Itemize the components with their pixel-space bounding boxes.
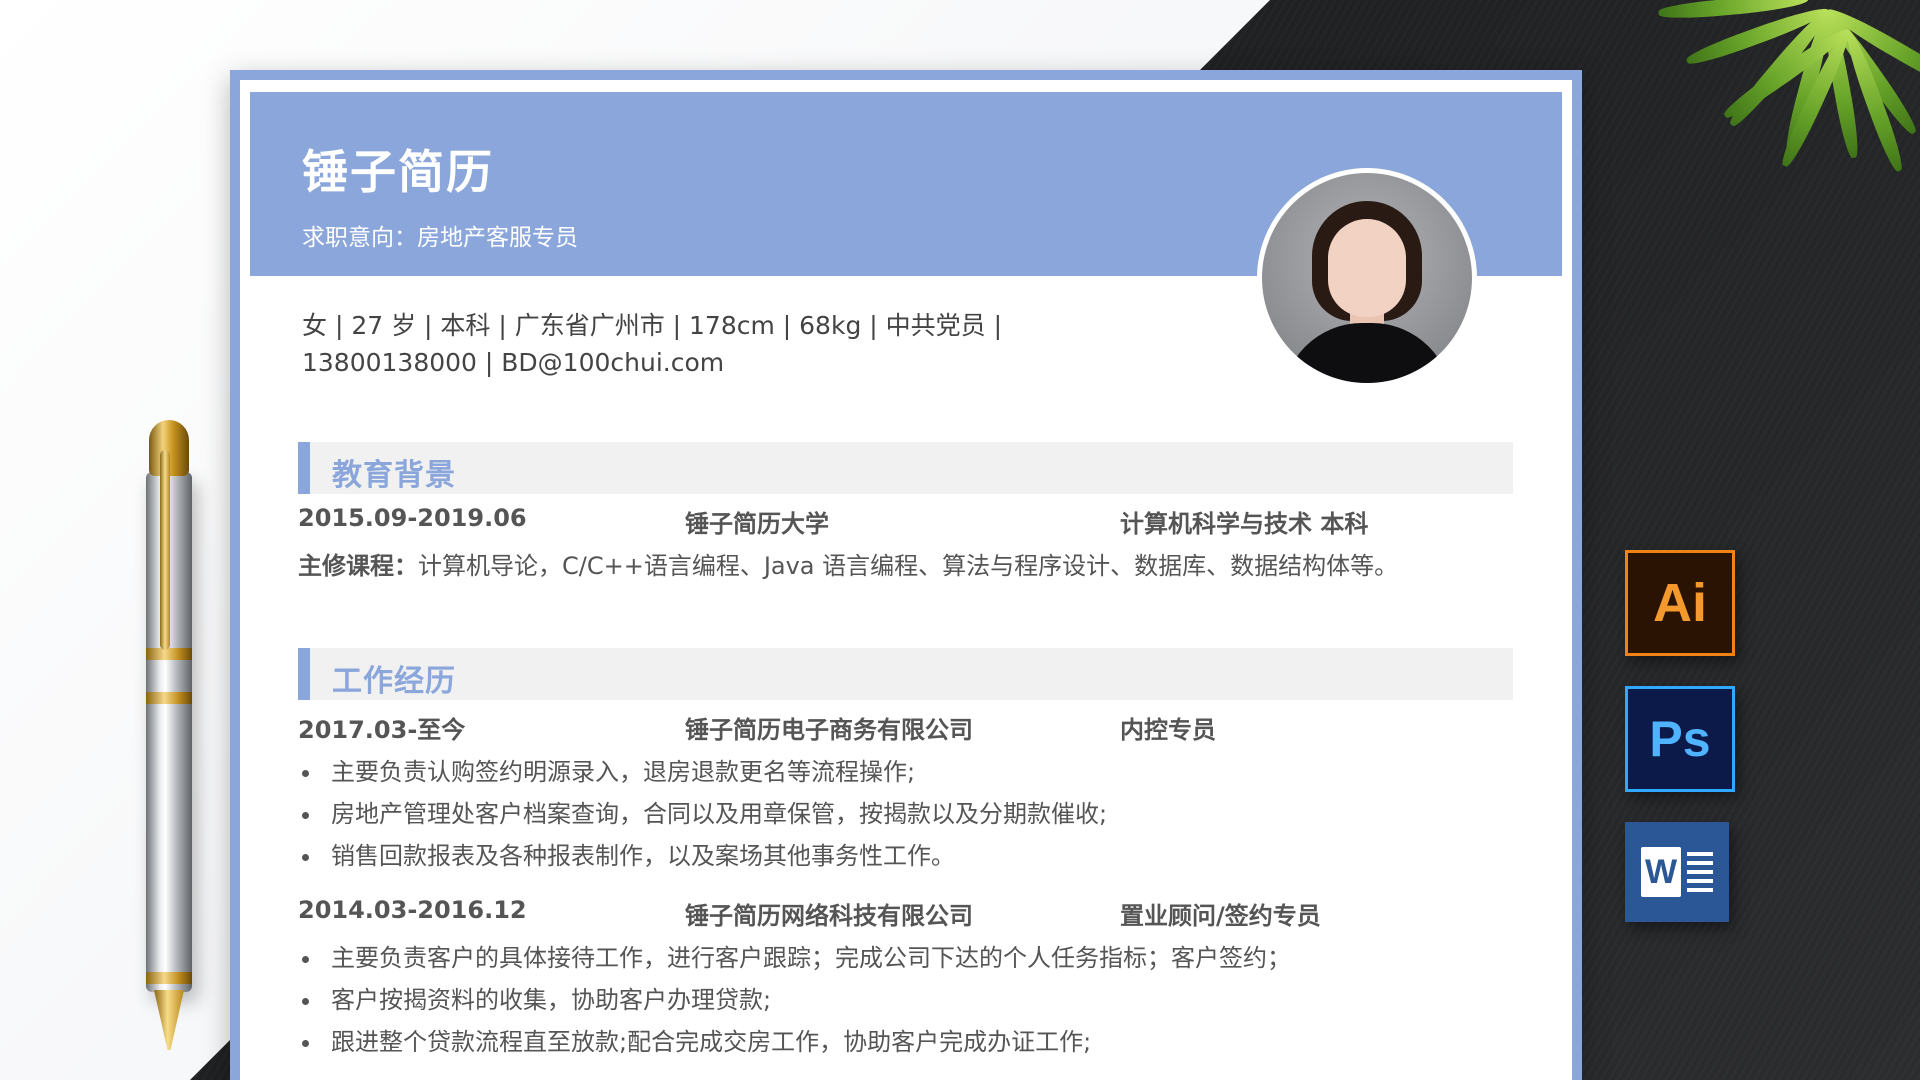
avatar-body (1282, 323, 1452, 383)
education-school: 锤子简历大学 (685, 510, 829, 538)
job-row: 2017.03-至今 锤子简历电子商务有限公司 内控专员 (298, 710, 1513, 744)
section-title: 工作经历 (332, 664, 456, 699)
pen-nib (154, 990, 184, 1050)
bullet-icon (302, 955, 309, 963)
education-row: 2015.09-2019.06 锤子简历大学 计算机科学与技术 本科 (298, 504, 1513, 538)
job-position: 置业顾问/签约专员 (1120, 902, 1321, 930)
illustrator-icon-label: Ai (1653, 573, 1707, 633)
plant-decoration (1640, 0, 1920, 390)
section-title: 教育背景 (332, 458, 456, 493)
job-duty: 主要负责认购签约明源录入，退房退款更名等流程操作; (298, 752, 915, 787)
education-major: 计算机科学与技术 本科 (1120, 510, 1369, 538)
avatar (1257, 168, 1477, 388)
job-duty-text: 房地产管理处客户档案查询，合同以及用章保管，按揭款以及分期款催收; (331, 800, 1108, 828)
job-duty: 客户按揭资料的收集，协助客户办理贷款; (298, 980, 771, 1015)
resume-paper: 锤子简历 求职意向：房地产客服专员 女 | 27 岁 | 本科 | 广东省广州市… (230, 70, 1582, 1080)
contact-info: 13800138000 | BD@100chui.com (302, 348, 725, 377)
education-date: 2015.09-2019.06 (298, 504, 527, 532)
section-work: 工作经历 (298, 648, 1513, 700)
job-duty: 主要负责客户的具体接待工作，进行客户跟踪；完成公司下达的个人任务指标；客户签约； (298, 938, 1291, 973)
job-duty: 跟进整个贷款流程直至放款;配合完成交房工作，协助客户完成办证工作; (298, 1022, 1091, 1057)
courses-label: 主修课程： (298, 552, 418, 580)
job-position: 内控专员 (1120, 716, 1216, 744)
job-duty-text: 跟进整个贷款流程直至放款;配合完成交房工作，协助客户完成办证工作; (331, 1028, 1092, 1056)
job-intent: 求职意向：房地产客服专员 (302, 225, 578, 251)
pen-decoration (146, 420, 192, 1050)
job-duty-text: 主要负责认购签约明源录入，退房退款更名等流程操作; (331, 758, 916, 786)
photoshop-icon-label: Ps (1649, 711, 1711, 767)
job-company: 锤子简历电子商务有限公司 (685, 716, 973, 744)
pen-ring (146, 648, 192, 660)
bullet-icon (302, 769, 309, 777)
avatar-image (1262, 173, 1472, 383)
bullet-icon (302, 853, 309, 861)
job-duty-text: 主要负责客户的具体接待工作，进行客户跟踪；完成公司下达的个人任务指标；客户签约； (331, 944, 1291, 972)
word-icon-lines (1687, 852, 1713, 892)
section-education: 教育背景 (298, 442, 1513, 494)
job-company: 锤子简历网络科技有限公司 (685, 902, 973, 930)
section-bar (298, 648, 310, 700)
bullet-icon (302, 997, 309, 1005)
pen-clip (160, 450, 170, 650)
illustrator-icon[interactable]: Ai (1625, 550, 1735, 656)
job-row: 2014.03-2016.12 锤子简历网络科技有限公司 置业顾问/签约专员 (298, 896, 1513, 930)
job-duty: 销售回款报表及各种报表制作，以及案场其他事务性工作。 (298, 836, 955, 871)
avatar-face (1328, 219, 1406, 317)
job-duty: 房地产管理处客户档案查询，合同以及用章保管，按揭款以及分期款催收; (298, 794, 1107, 829)
personal-info: 女 | 27 岁 | 本科 | 广东省广州市 | 178cm | 68kg | … (302, 311, 1003, 340)
bullet-icon (302, 1039, 309, 1047)
word-icon[interactable]: W (1625, 822, 1729, 922)
courses-text: 计算机导论，C/C++语言编程、Java 语言编程、算法与程序设计、数据库、数据… (418, 552, 1399, 580)
word-icon-letter: W (1641, 847, 1681, 897)
word-icon-graphic: W (1641, 847, 1713, 897)
job-duty-text: 客户按揭资料的收集，协助客户办理贷款; (331, 986, 772, 1014)
pen-ring (146, 692, 192, 704)
job-date: 2014.03-2016.12 (298, 896, 527, 924)
bullet-icon (302, 811, 309, 819)
scene: Ai Ps W 锤子简历 求职意向：房地产客服专员 女 | 27 岁 | 本科 … (0, 0, 1920, 1080)
resume-name: 锤子简历 (302, 145, 494, 199)
education-courses: 主修课程：计算机导论，C/C++语言编程、Java 语言编程、算法与程序设计、数… (298, 546, 1398, 581)
section-bar (298, 442, 310, 494)
resume-page: 锤子简历 求职意向：房地产客服专员 女 | 27 岁 | 本科 | 广东省广州市… (240, 80, 1572, 1080)
job-date: 2017.03-至今 (298, 716, 466, 744)
pen-ring (146, 972, 192, 984)
job-duty-text: 销售回款报表及各种报表制作，以及案场其他事务性工作。 (331, 842, 955, 870)
photoshop-icon[interactable]: Ps (1625, 686, 1735, 792)
